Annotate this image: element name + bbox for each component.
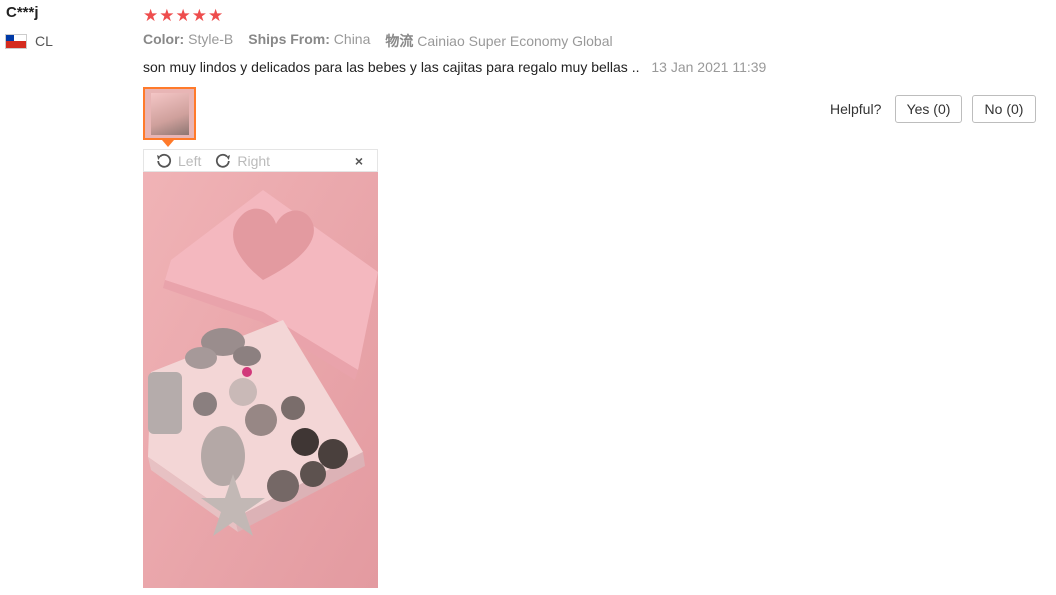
review-photo-thumbnail[interactable] [143, 87, 196, 140]
logistics-attribute: 物流 Cainiao Super Economy Global [385, 31, 612, 51]
logistics-icon: 物流 [385, 33, 414, 49]
review-text: son muy lindos y delicados para las bebe… [143, 59, 766, 75]
review-photo [143, 172, 378, 588]
helpful-label: Helpful? [830, 101, 882, 117]
country-code: CL [35, 33, 53, 49]
rotate-right-icon [216, 153, 231, 168]
review-photo-image [143, 172, 378, 588]
reviewer-name: C***j [6, 4, 39, 21]
logistics-value: Cainiao Super Economy Global [417, 33, 613, 49]
review-attributes: Color: Style-B Ships From: China 物流 Cain… [143, 31, 628, 51]
photo-viewer-toolbar: Left Right × [143, 149, 378, 172]
color-attribute: Color: Style-B [143, 31, 233, 51]
ships-from-value: China [333, 31, 371, 47]
thumbnail-pointer [162, 140, 174, 147]
star-rating: ★★★★★ [143, 6, 225, 25]
review-comment: son muy lindos y delicados para las bebe… [143, 59, 640, 75]
ships-from-attribute: Ships From: China [248, 31, 370, 51]
ships-from-label: Ships From: [248, 31, 330, 47]
color-label: Color: [143, 31, 185, 47]
reviewer-country: CL [5, 33, 53, 49]
color-value: Style-B [188, 31, 234, 47]
review-date: 13 Jan 2021 11:39 [651, 59, 767, 75]
rotate-right-button[interactable]: Right [215, 153, 270, 169]
rotate-left-label: Left [178, 152, 202, 169]
rotate-left-button[interactable]: Left [156, 153, 201, 169]
rotate-right-label: Right [237, 152, 271, 169]
close-icon[interactable]: × [355, 153, 363, 169]
chile-flag-icon [5, 33, 27, 49]
rotate-left-icon [157, 153, 172, 168]
helpful-yes-button[interactable]: Yes (0) [895, 95, 962, 123]
helpful-no-button[interactable]: No (0) [972, 95, 1036, 123]
